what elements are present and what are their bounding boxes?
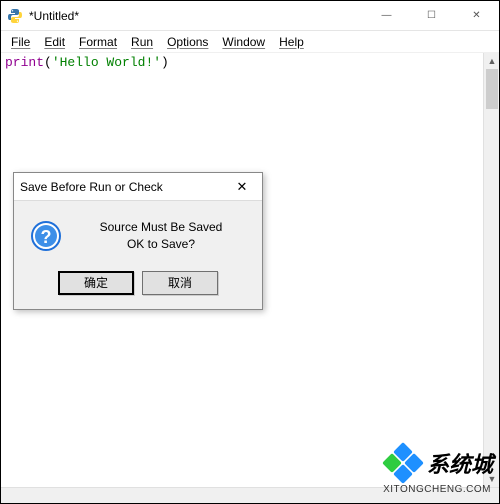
token-string: 'Hello World!' [52, 55, 161, 70]
dialog-message-line2: OK to Save? [76, 236, 246, 253]
token-open-paren: ( [44, 55, 52, 70]
menu-edit[interactable]: Edit [38, 33, 71, 51]
code-editor[interactable]: print('Hello World!') [1, 53, 483, 72]
dialog-body: ? Source Must Be Saved OK to Save? [14, 201, 262, 263]
menu-run[interactable]: Run [125, 33, 159, 51]
dialog-message-line1: Source Must Be Saved [76, 219, 246, 236]
ok-button[interactable]: 确定 [58, 271, 134, 295]
window-title: *Untitled* [29, 9, 364, 23]
cancel-button[interactable]: 取消 [142, 271, 218, 295]
menu-help[interactable]: Help [273, 33, 310, 51]
question-icon: ? [30, 220, 62, 252]
menu-window[interactable]: Window [216, 33, 271, 51]
minimize-button[interactable]: — [364, 1, 409, 30]
token-function: print [5, 55, 44, 70]
dialog-message: Source Must Be Saved OK to Save? [76, 219, 246, 253]
scroll-down-arrow[interactable]: ▼ [484, 471, 500, 487]
dialog-close-button[interactable]: ✕ [222, 173, 262, 200]
scroll-up-arrow[interactable]: ▲ [484, 53, 500, 69]
menu-options[interactable]: Options [161, 33, 214, 51]
titlebar: *Untitled* — ☐ ✕ [1, 1, 499, 31]
horizontal-scrollbar[interactable] [1, 487, 499, 503]
token-close-paren: ) [161, 55, 169, 70]
window-controls: — ☐ ✕ [364, 1, 499, 30]
menu-format[interactable]: Format [73, 33, 123, 51]
scroll-thumb[interactable] [486, 69, 498, 109]
dialog-buttons: 确定 取消 [14, 263, 262, 309]
dialog-titlebar: Save Before Run or Check ✕ [14, 173, 262, 201]
menu-file[interactable]: File [5, 33, 36, 51]
save-dialog: Save Before Run or Check ✕ ? Source Must… [13, 172, 263, 310]
vertical-scrollbar[interactable]: ▲ ▼ [483, 53, 499, 487]
close-button[interactable]: ✕ [454, 1, 499, 30]
svg-text:?: ? [41, 227, 52, 247]
dialog-title: Save Before Run or Check [20, 180, 222, 194]
menubar: File Edit Format Run Options Window Help [1, 31, 499, 53]
python-icon [7, 8, 23, 24]
code-line: print('Hello World!') [5, 55, 169, 70]
maximize-button[interactable]: ☐ [409, 1, 454, 30]
